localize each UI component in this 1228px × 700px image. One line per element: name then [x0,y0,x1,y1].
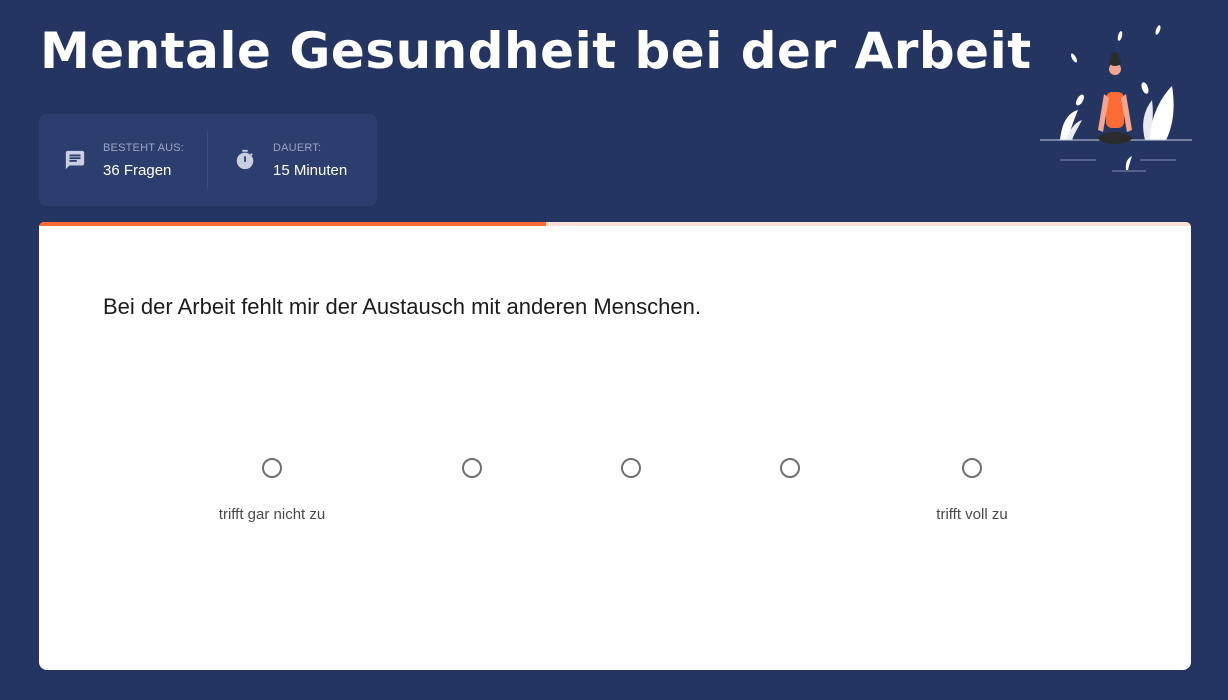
question-count-info: BESTEHT AUS: 36 Fragen [39,114,207,206]
question-count-value: 36 Fragen [103,161,172,179]
duration-label: DAUERT: [273,141,322,154]
answer-option-4[interactable] [780,458,800,478]
duration-info: DAUERT: 15 Minuten [208,114,347,206]
answer-option-1[interactable] [262,458,282,478]
question-text: Bei der Arbeit fehlt mir der Austausch m… [103,294,701,319]
question-card: Bei der Arbeit fehlt mir der Austausch m… [39,226,1191,670]
duration-value: 15 Minuten [273,161,348,179]
question-count-label: BESTEHT AUS: [103,141,185,154]
page-title: Mentale Gesundheit bei der Arbeit [40,22,1032,80]
meditation-illustration [1040,20,1192,175]
answer-option-3[interactable] [621,458,641,478]
scale-min-label: trifft gar nicht zu [218,506,326,523]
chat-icon [63,148,87,172]
answer-option-5[interactable] [962,458,982,478]
scale-max-label: trifft voll zu [936,506,1008,523]
quiz-info-box: BESTEHT AUS: 36 Fragen DAUERT: 15 Minute… [39,114,377,206]
answer-option-2[interactable] [462,458,482,478]
stopwatch-icon [233,148,257,172]
